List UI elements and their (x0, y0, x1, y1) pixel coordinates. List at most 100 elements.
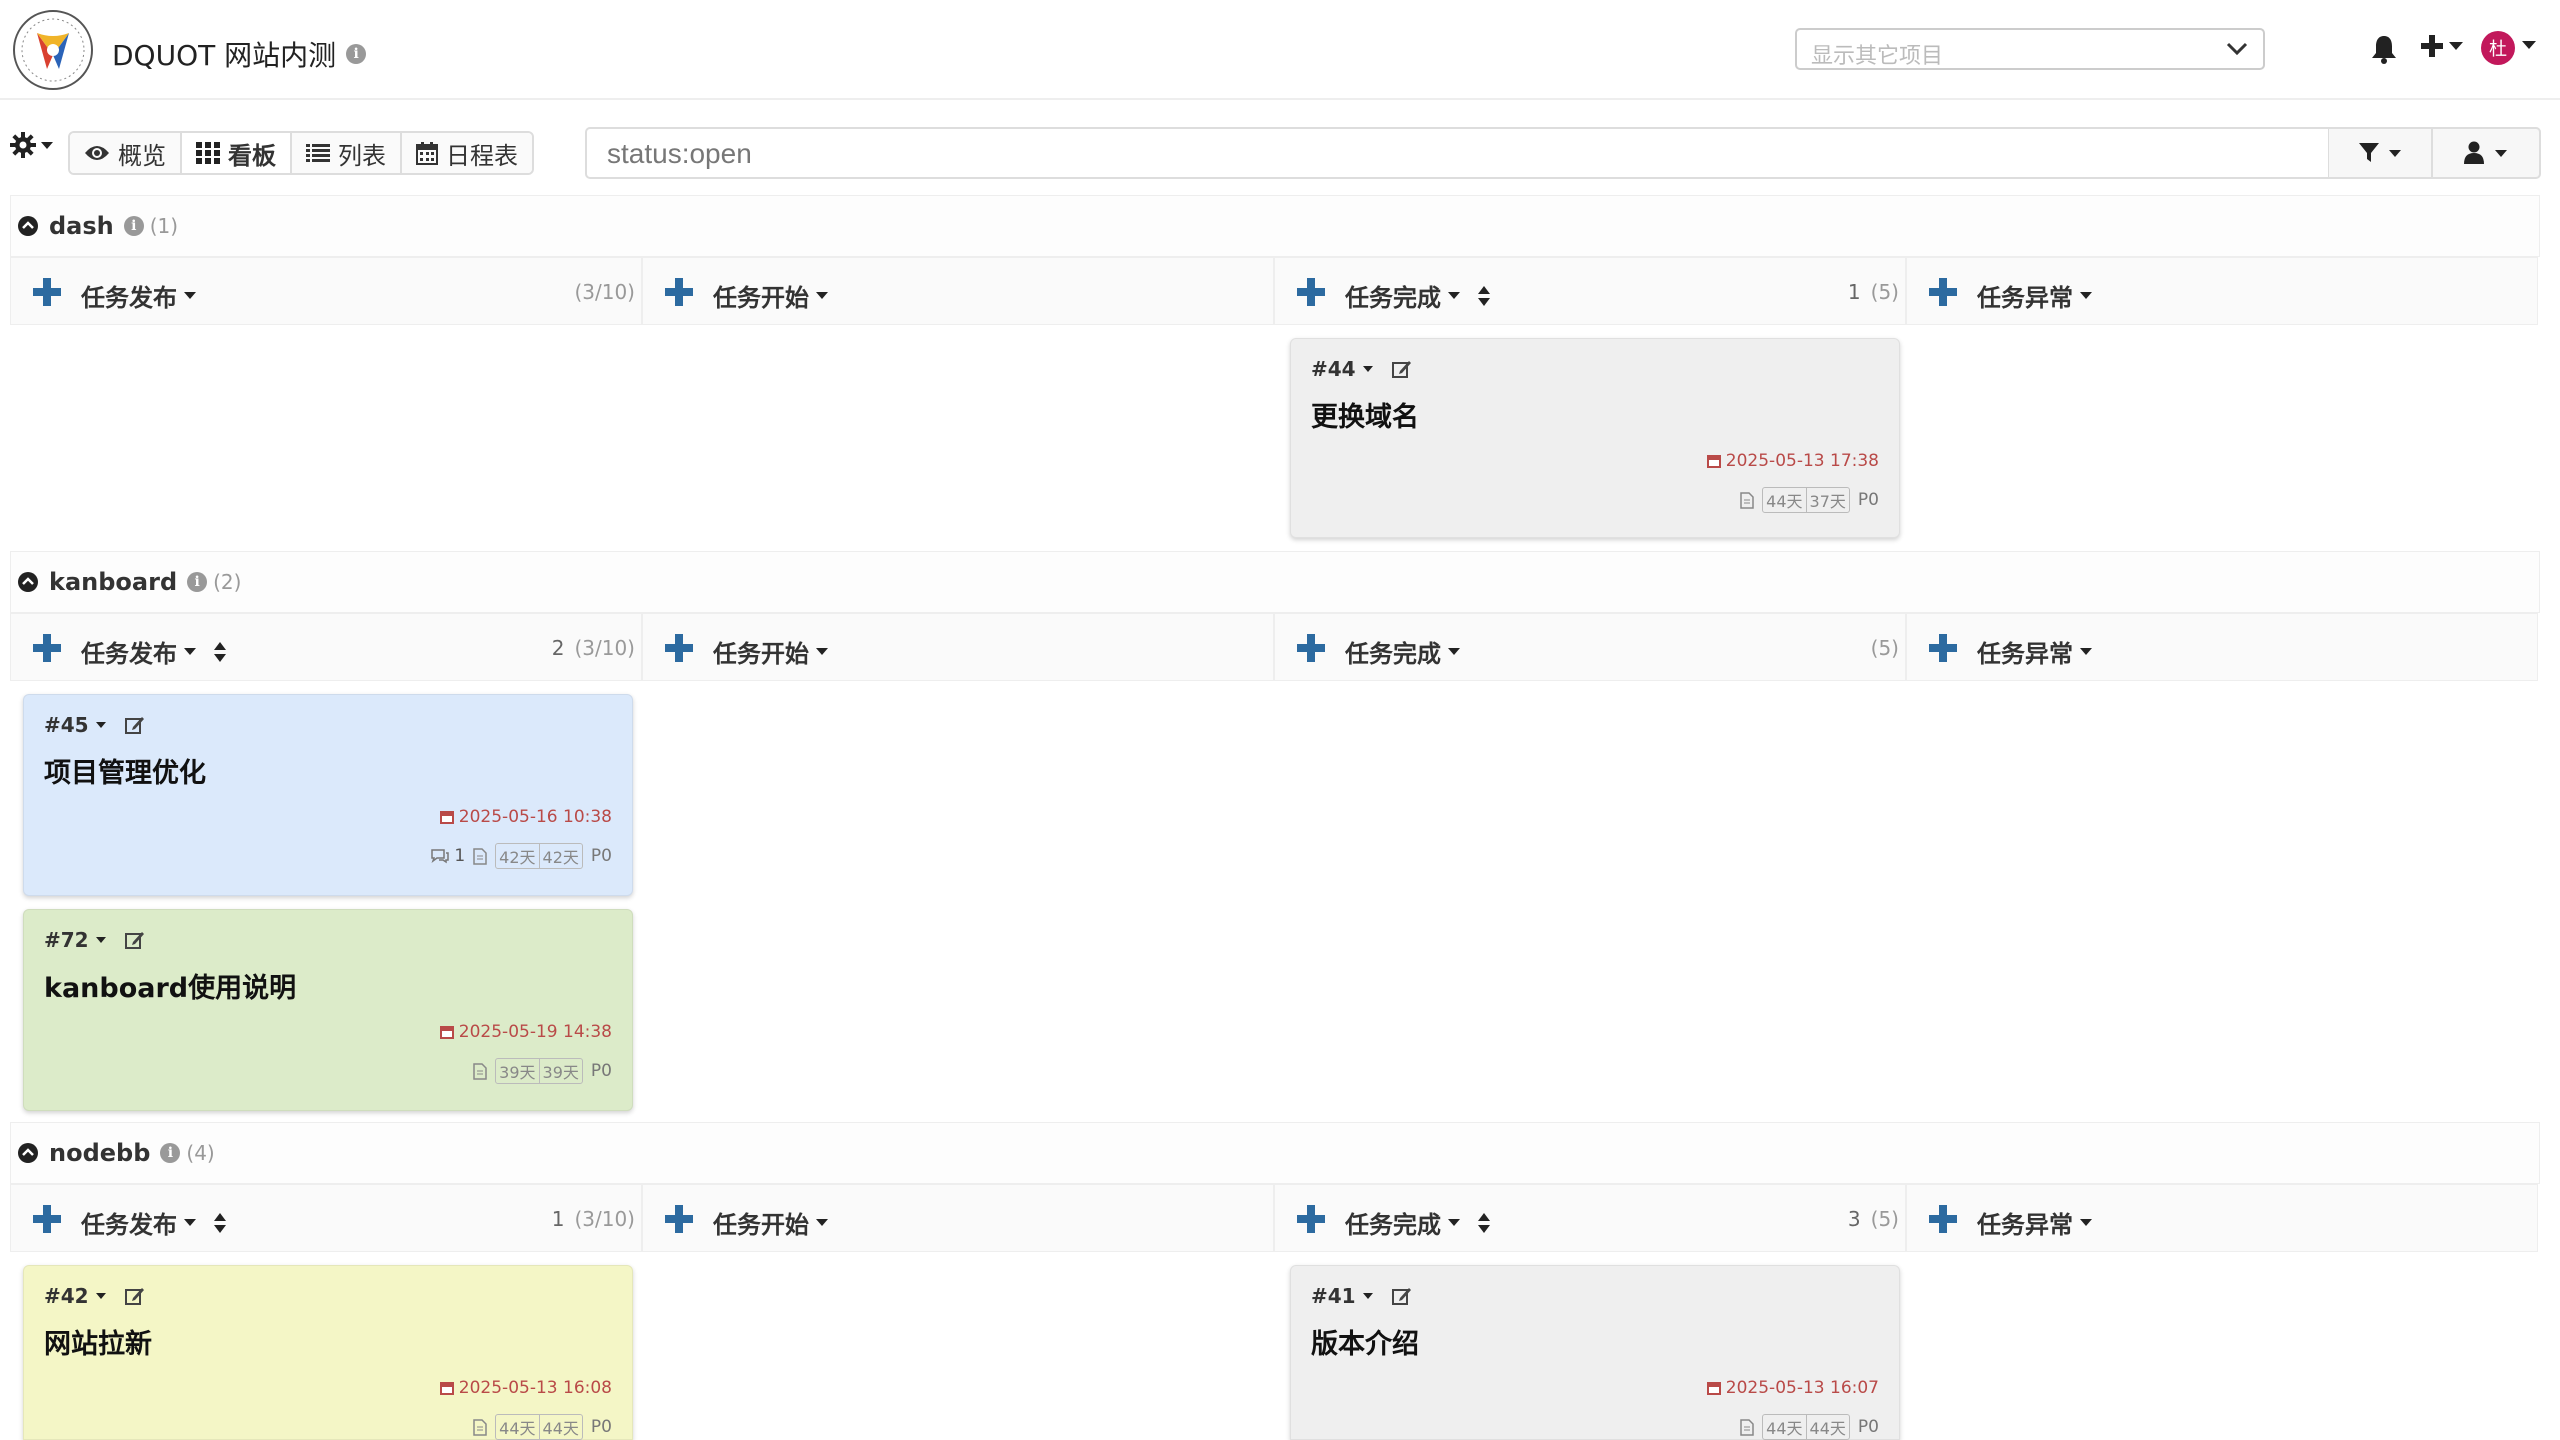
add-task-plus-icon[interactable] (1297, 634, 1325, 662)
collapse-chevron-icon[interactable] (17, 215, 39, 237)
column-title-dropdown[interactable]: 任务异常 (1977, 634, 2093, 669)
sort-icon[interactable] (1477, 285, 1491, 307)
user-filter-dropdown-button[interactable] (2433, 127, 2541, 179)
column-title-dropdown[interactable]: 任务开始 (713, 1205, 829, 1240)
info-icon[interactable]: i (160, 1143, 181, 1163)
collapse-chevron-icon[interactable] (17, 1142, 39, 1164)
plus-icon (2421, 35, 2443, 57)
task-id: #72 (44, 928, 89, 952)
task-title[interactable]: kanboard使用说明 (44, 966, 296, 1005)
task-id: #44 (1311, 357, 1356, 381)
collapse-chevron-icon[interactable] (17, 571, 39, 593)
task-title[interactable]: 版本介绍 (1311, 1322, 1419, 1361)
board-settings-dropdown[interactable] (10, 132, 54, 158)
column-header: 任务异常 (1906, 1184, 2538, 1252)
column-title-dropdown[interactable]: 任务发布 (81, 1205, 227, 1240)
task-card[interactable]: #45 项目管理优化 2025-05-16 10:38 1 42天 42天 P0 (23, 694, 633, 896)
view-list-button[interactable]: 列表 (292, 133, 402, 173)
task-card[interactable]: #44 更换域名 2025-05-13 17:38 44天 37天 P0 (1290, 338, 1900, 538)
task-id-dropdown[interactable]: #45 (44, 713, 145, 737)
column-title-dropdown[interactable]: 任务发布 (81, 634, 227, 669)
caret-down-icon (816, 648, 828, 655)
view-overview-button[interactable]: 概览 (70, 133, 182, 173)
add-task-plus-icon[interactable] (1297, 1205, 1325, 1233)
view-list-label: 列表 (338, 141, 386, 170)
calendar-icon (1706, 455, 1721, 468)
column-title: 任务完成 (1345, 640, 1441, 668)
add-task-plus-icon[interactable] (665, 278, 693, 306)
add-task-plus-icon[interactable] (33, 634, 61, 662)
sort-icon[interactable] (213, 1212, 227, 1234)
add-task-plus-icon[interactable] (33, 278, 61, 306)
column-task-count: 2 (3/10) (551, 636, 635, 660)
user-avatar[interactable]: 杜 (2481, 31, 2515, 65)
sort-icon[interactable] (213, 641, 227, 663)
column-title: 任务发布 (81, 640, 177, 668)
add-task-plus-icon[interactable] (1929, 634, 1957, 662)
chevron-down-icon (2225, 41, 2249, 57)
column-task-count (1257, 280, 1267, 304)
edit-icon[interactable] (1391, 359, 1412, 379)
task-title[interactable]: 更换域名 (1311, 395, 1419, 434)
task-id-dropdown[interactable]: #72 (44, 928, 145, 952)
edit-icon[interactable] (1391, 1286, 1412, 1306)
column-title-dropdown[interactable]: 任务异常 (1977, 1205, 2093, 1240)
calendar-icon (1706, 1382, 1721, 1395)
column-title: 任务完成 (1345, 284, 1441, 312)
task-id: #45 (44, 713, 89, 737)
project-title: DQUOT 网站内测 i (112, 34, 367, 74)
column-title-dropdown[interactable]: 任务完成 (1345, 1205, 1491, 1240)
project-switcher-placeholder: 显示其它项目 (1811, 44, 1944, 69)
column-title-dropdown[interactable]: 任务开始 (713, 634, 829, 669)
view-calendar-label: 日程表 (446, 141, 518, 170)
column-title-dropdown[interactable]: 任务完成 (1345, 278, 1491, 313)
add-task-plus-icon[interactable] (665, 634, 693, 662)
view-board-button[interactable]: 看板 (182, 133, 292, 173)
info-icon[interactable]: i (187, 572, 208, 592)
add-menu-button[interactable] (2420, 34, 2464, 58)
task-card[interactable]: #72 kanboard使用说明 2025-05-19 14:38 39天 39天… (23, 909, 633, 1111)
task-id: #41 (1311, 1284, 1356, 1308)
search-input[interactable] (607, 137, 2287, 171)
task-id-dropdown[interactable]: #41 (1311, 1284, 1412, 1308)
file-icon (1740, 1418, 1754, 1436)
column-header: 任务发布 (3/10) (10, 257, 642, 325)
column-header: 任务开始 (642, 1184, 1274, 1252)
column-title-dropdown[interactable]: 任务异常 (1977, 278, 2093, 313)
caret-down-icon (816, 292, 828, 299)
task-card[interactable]: #42 网站拉新 2025-05-13 16:08 44天 44天 P0 (23, 1265, 633, 1440)
add-task-plus-icon[interactable] (665, 1205, 693, 1233)
task-age-badge: 39天 39天 (495, 1058, 583, 1084)
task-title[interactable]: 网站拉新 (44, 1322, 152, 1361)
column-title-dropdown[interactable]: 任务开始 (713, 278, 829, 313)
add-task-plus-icon[interactable] (33, 1205, 61, 1233)
task-id-dropdown[interactable]: #42 (44, 1284, 145, 1308)
comments-indicator[interactable]: 1 (430, 846, 465, 866)
task-age-badge: 44天 44天 (495, 1414, 583, 1440)
edit-icon[interactable] (124, 1286, 145, 1306)
info-icon[interactable]: i (123, 216, 144, 236)
view-calendar-button[interactable]: 日程表 (402, 133, 532, 173)
caret-down-icon[interactable] (2521, 40, 2537, 50)
bell-icon[interactable] (2370, 34, 2398, 64)
task-id-dropdown[interactable]: #44 (1311, 357, 1412, 381)
edit-icon[interactable] (124, 715, 145, 735)
add-task-plus-icon[interactable] (1929, 1205, 1957, 1233)
task-priority: P0 (590, 846, 612, 866)
project-switcher-select[interactable]: 显示其它项目 (1795, 28, 2265, 70)
view-board-label: 看板 (228, 141, 276, 170)
filter-dropdown-button[interactable] (2329, 127, 2433, 179)
task-priority: P0 (590, 1061, 612, 1081)
column-title-dropdown[interactable]: 任务完成 (1345, 634, 1461, 669)
add-task-plus-icon[interactable] (1929, 278, 1957, 306)
task-title[interactable]: 项目管理优化 (44, 751, 206, 790)
column-title: 任务开始 (713, 1211, 809, 1239)
add-task-plus-icon[interactable] (1297, 278, 1325, 306)
column-title-dropdown[interactable]: 任务发布 (81, 278, 197, 313)
info-icon[interactable]: i (346, 44, 367, 64)
project-logo-icon[interactable] (12, 9, 94, 91)
sort-icon[interactable] (1477, 1212, 1491, 1234)
task-card[interactable]: #41 版本介绍 2025-05-13 16:07 44天 44天 P0 (1290, 1265, 1900, 1440)
column-header: 任务发布 2 (3/10) (10, 613, 642, 681)
edit-icon[interactable] (124, 930, 145, 950)
